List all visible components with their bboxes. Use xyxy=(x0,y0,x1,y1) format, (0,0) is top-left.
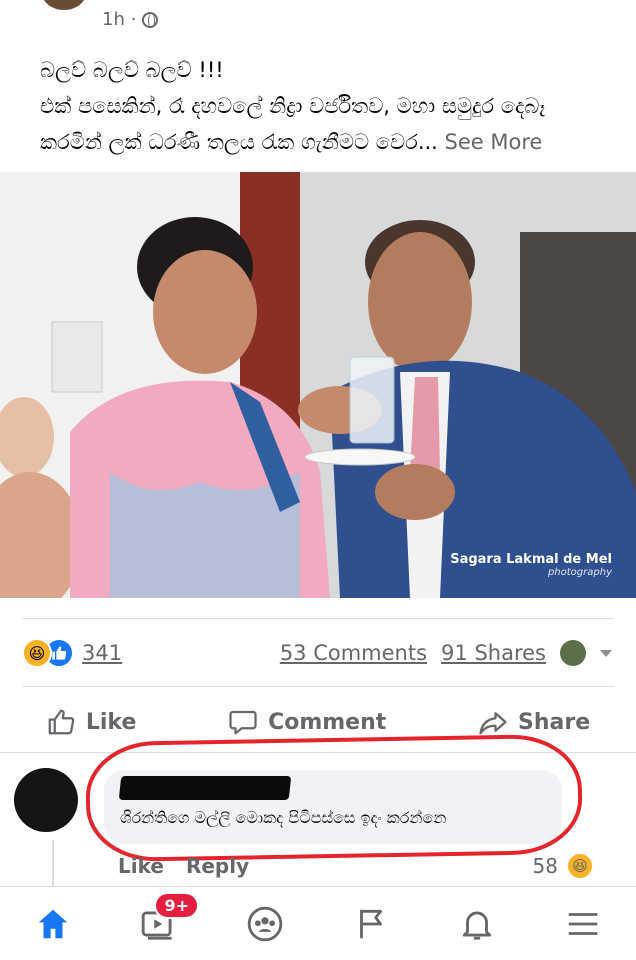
post-text-line: එක් පසෙකින්, රෑ දහවලේ නිද්‍රා වර්ජිතව, ම… xyxy=(40,94,546,118)
share-button[interactable]: Share xyxy=(478,707,590,737)
comment-reaction-count: 58 xyxy=(532,854,558,878)
photo-credit-sub: photography xyxy=(547,567,612,578)
shares-count-link[interactable]: 91 Shares xyxy=(441,641,546,665)
share-arrow-icon xyxy=(479,712,507,735)
comments-count-link[interactable]: 53 Comments xyxy=(280,641,427,665)
comment-like-button[interactable]: Like xyxy=(118,854,164,878)
reaction-count[interactable]: 341 xyxy=(82,641,122,665)
tab-menu[interactable] xyxy=(553,894,613,954)
comment-reply-button[interactable]: Reply xyxy=(186,854,249,878)
post-text: බලව් බලව් බලව් !!! එක් පසෙකින්, රෑ දහවලේ… xyxy=(40,52,600,160)
commenter-avatar[interactable] xyxy=(14,768,78,832)
comment-bubble-icon xyxy=(229,710,257,735)
poster-avatar[interactable] xyxy=(42,0,86,10)
bell-icon xyxy=(462,911,492,940)
menu-icon xyxy=(568,912,598,935)
haha-reaction-icon: 😆 xyxy=(22,638,52,668)
photo-watermark: Sagara Lakmal de Mel photography xyxy=(450,552,612,578)
tab-watch[interactable]: 9+ xyxy=(129,891,199,954)
tab-pages[interactable] xyxy=(341,894,401,954)
post-stats: 53 Comments 91 Shares xyxy=(280,640,612,666)
photo-illustration xyxy=(0,172,636,598)
bottom-tab-bar: 9+ xyxy=(0,886,636,960)
reaction-summary[interactable]: 😆 341 xyxy=(22,638,122,668)
chevron-down-icon[interactable] xyxy=(600,649,612,657)
tab-notifications[interactable] xyxy=(447,894,507,954)
comment-label: Comment xyxy=(268,709,387,735)
like-button[interactable]: Like xyxy=(46,707,137,737)
globe-icon xyxy=(142,11,159,28)
home-icon xyxy=(38,909,68,938)
post-text-line: කරමින් ලක් ධරණී තලය රැක ගැනීමට වෙර... Se… xyxy=(40,124,600,160)
post-text-truncated: කරමින් ලක් ධරණී තලය රැක ගැනීමට වෙර... xyxy=(40,130,438,154)
like-label: Like xyxy=(85,709,137,735)
post-time: 1h · xyxy=(102,9,137,30)
viewer-avatar[interactable] xyxy=(560,640,586,666)
tab-groups[interactable] xyxy=(235,894,295,954)
tab-home[interactable] xyxy=(23,894,83,954)
divider xyxy=(22,686,614,687)
photo-credit: Sagara Lakmal de Mel xyxy=(450,552,612,567)
post-photo[interactable] xyxy=(0,172,636,598)
red-highlight-annotation xyxy=(84,733,584,863)
flag-icon xyxy=(360,909,382,938)
notification-badge: 9+ xyxy=(154,891,199,919)
divider xyxy=(22,618,614,619)
comment-thread-line xyxy=(52,840,54,886)
post-text-line: බලව් බලව් බලව් !!! xyxy=(40,58,224,82)
post-timestamp[interactable]: 1h · xyxy=(102,9,159,30)
haha-reaction-icon: 😆 xyxy=(566,852,594,880)
groups-icon xyxy=(247,906,283,941)
see-more-link[interactable]: See More xyxy=(445,130,543,154)
share-label: Share xyxy=(518,709,591,735)
thumbs-up-icon xyxy=(48,709,75,735)
comment-reaction-summary[interactable]: 58 😆 xyxy=(533,852,594,880)
comment-button[interactable]: Comment xyxy=(228,707,386,737)
comment-actions: Like Reply xyxy=(118,854,249,878)
